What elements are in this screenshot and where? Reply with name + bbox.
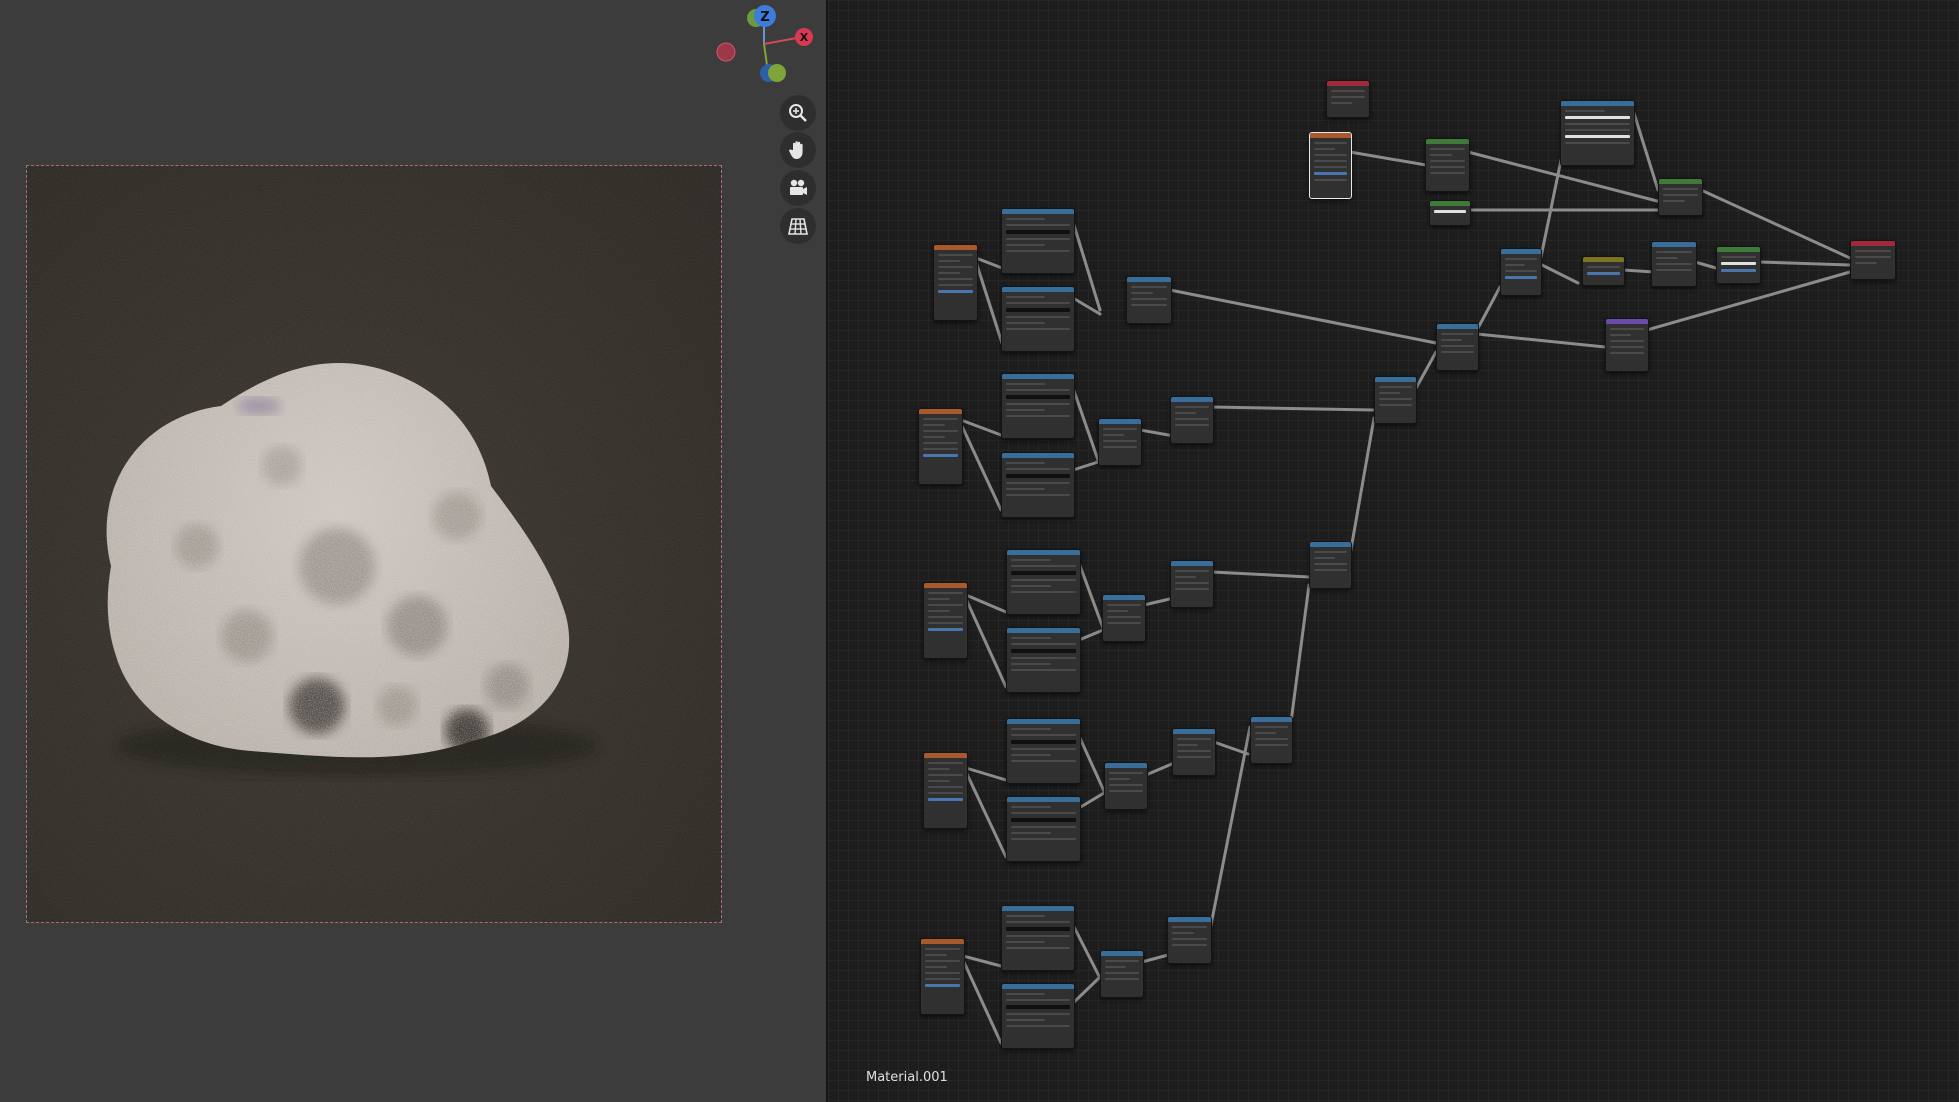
axis-gizmo[interactable]: Z X — [706, 4, 818, 90]
shader-node-editor[interactable] — [828, 0, 1959, 1102]
value-node[interactable] — [1582, 256, 1625, 286]
color-ramp-node[interactable] — [1170, 560, 1214, 608]
texture-coordinate-node-selected[interactable] — [1309, 132, 1352, 199]
neg-y-axis-handle[interactable] — [768, 64, 786, 82]
texture-coordinate-node[interactable] — [920, 938, 965, 1015]
principled-bsdf-node[interactable] — [1658, 178, 1703, 216]
3d-viewport[interactable]: Z X — [0, 0, 826, 1102]
hand-pan-icon — [789, 141, 803, 159]
mix-node[interactable] — [1436, 323, 1479, 371]
texture-coordinate-node[interactable] — [923, 752, 968, 829]
math-node[interactable] — [1102, 594, 1146, 642]
math-node[interactable] — [1126, 276, 1172, 324]
x-axis-label: X — [800, 31, 809, 44]
mix-shader-node[interactable] — [1605, 318, 1649, 372]
material-output-node[interactable] — [1850, 240, 1896, 280]
color-ramp-node[interactable] — [1167, 916, 1212, 964]
blender-window: Z X Material.001 — [0, 0, 1959, 1102]
noise-texture-node[interactable] — [1006, 796, 1081, 862]
noise-texture-node[interactable] — [1001, 905, 1075, 971]
noise-texture-node[interactable] — [1006, 718, 1081, 784]
math-node[interactable] — [1100, 950, 1144, 998]
material-name-label: Material.001 — [866, 1070, 948, 1085]
color-ramp-node[interactable] — [1170, 396, 1214, 444]
render-preview — [27, 166, 721, 922]
ortho-toggle-button[interactable] — [780, 208, 816, 244]
color-ramp-node[interactable] — [1500, 248, 1542, 296]
camera-view-frame — [26, 165, 722, 923]
noise-texture-node[interactable] — [1006, 627, 1081, 693]
noise-texture-node[interactable] — [1001, 286, 1075, 352]
camera-icon — [790, 179, 807, 195]
math-node[interactable] — [1098, 418, 1142, 466]
texture-coordinate-node[interactable] — [918, 408, 963, 485]
mix-node[interactable] — [1374, 376, 1417, 424]
z-axis-label: Z — [760, 10, 769, 25]
rgb-node[interactable] — [1429, 200, 1471, 226]
texture-coordinate-node[interactable] — [933, 244, 978, 321]
noise-texture-node[interactable] — [1001, 373, 1075, 439]
zoom-button[interactable] — [780, 95, 816, 131]
pan-button[interactable] — [780, 132, 816, 168]
neg-x-axis-handle[interactable] — [716, 42, 736, 62]
texture-coordinate-node[interactable] — [923, 582, 968, 659]
noise-texture-node[interactable] — [1006, 549, 1081, 615]
color-ramp-node-large[interactable] — [1560, 100, 1635, 166]
color-ramp-node[interactable] — [1651, 241, 1697, 287]
noise-texture-node[interactable] — [1001, 452, 1075, 518]
color-ramp-node[interactable] — [1172, 728, 1216, 776]
math-node[interactable] — [1104, 762, 1148, 810]
camera-view-button[interactable] — [780, 170, 816, 206]
mapping-node[interactable] — [1425, 138, 1470, 192]
zoom-icon — [789, 104, 807, 122]
noise-texture-node[interactable] — [1001, 983, 1075, 1049]
mix-node[interactable] — [1250, 716, 1293, 764]
invert-node[interactable] — [1716, 246, 1761, 284]
node-links — [959, 108, 1852, 1045]
grid-ortho-icon — [788, 218, 808, 235]
attribute-node[interactable] — [1326, 80, 1370, 118]
mix-node[interactable] — [1309, 541, 1352, 589]
noise-texture-node[interactable] — [1001, 208, 1075, 274]
